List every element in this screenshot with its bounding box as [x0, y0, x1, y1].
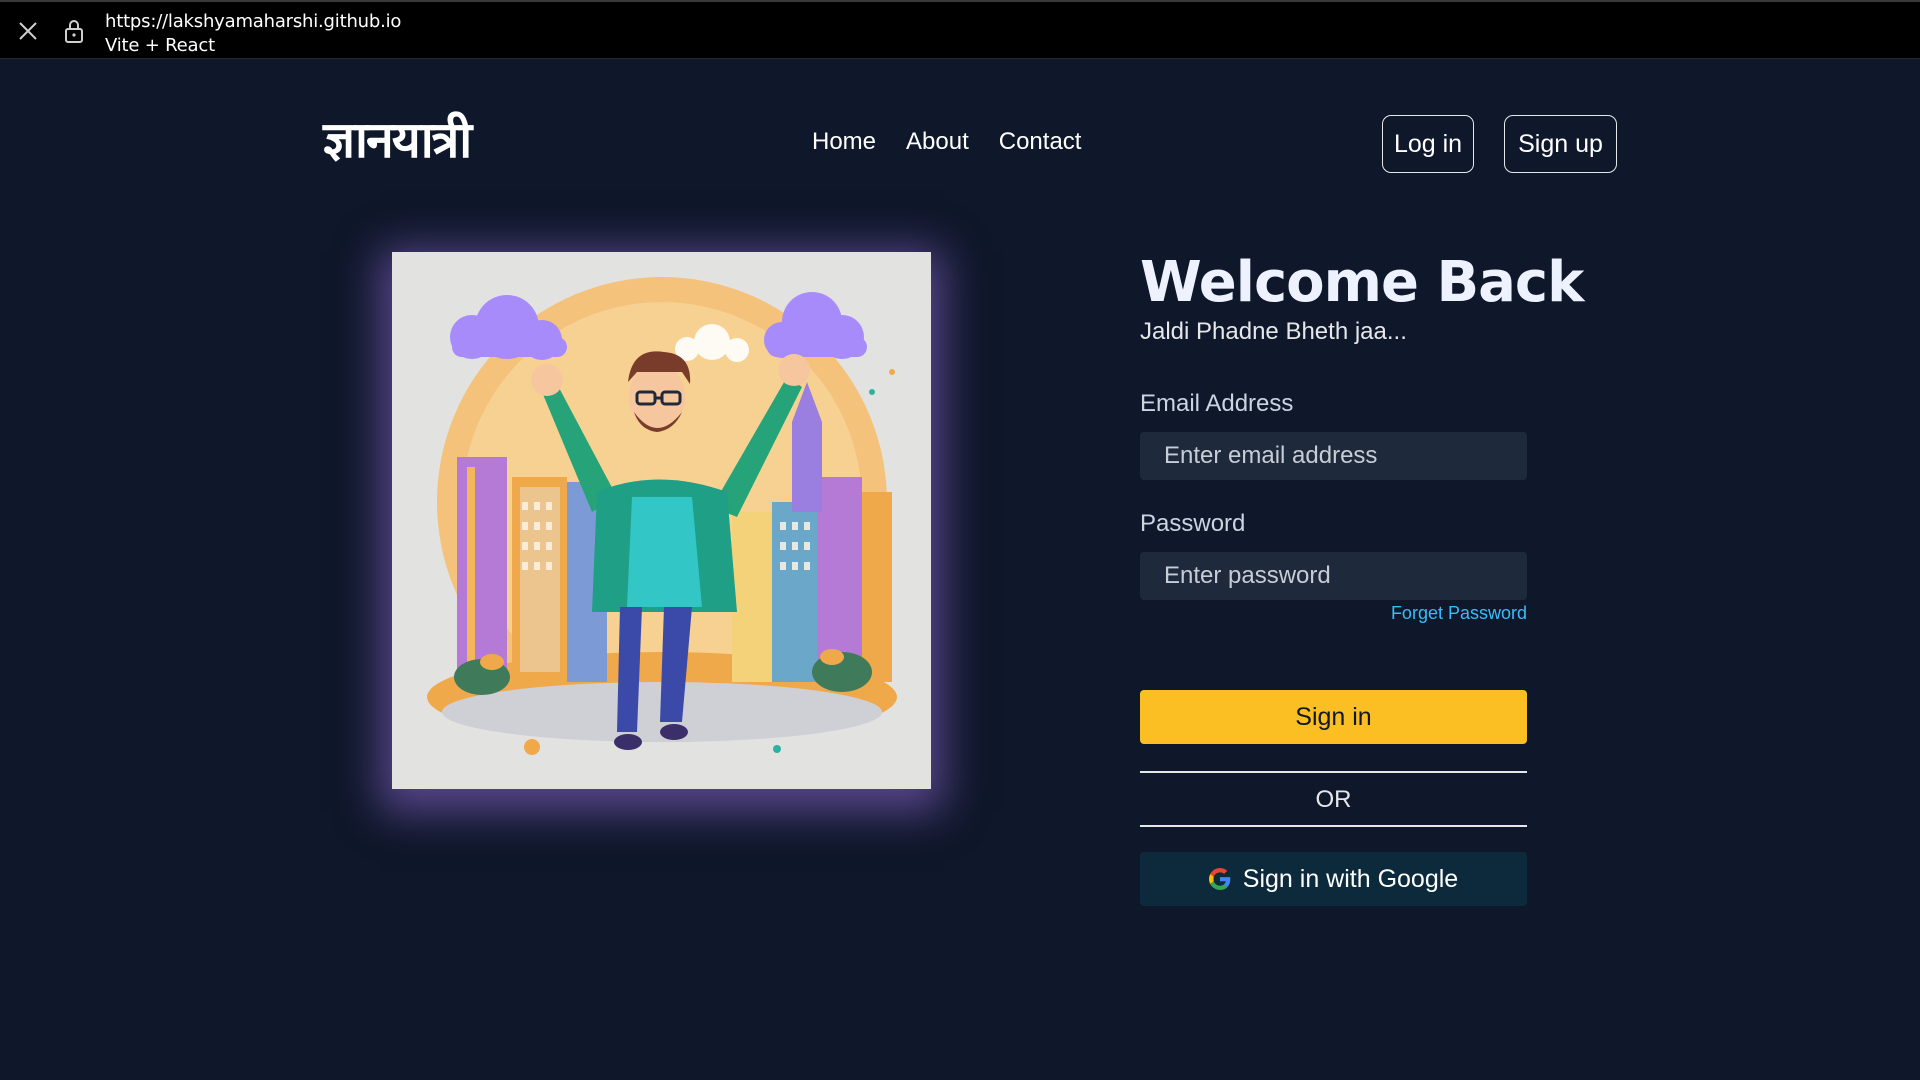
browser-url[interactable]: https://lakshyamaharshi.github.io [105, 11, 401, 32]
site-logo[interactable]: ज्ञानयात्री [323, 108, 472, 172]
google-signin-button[interactable]: Sign in with Google [1140, 852, 1527, 906]
password-input[interactable] [1140, 552, 1527, 600]
man-celebrating-city-illustration [427, 277, 897, 755]
login-button[interactable]: Log in [1382, 115, 1474, 173]
nav-link-contact[interactable]: Contact [999, 128, 1082, 156]
google-signin-label: Sign in with Google [1242, 864, 1459, 893]
close-icon[interactable] [16, 19, 40, 43]
main-nav: Home About Contact [812, 128, 1081, 156]
browser-toolbar: https://lakshyamaharshi.github.io Vite +… [0, 0, 1920, 59]
divider-bottom [1140, 825, 1527, 827]
nav-link-about[interactable]: About [906, 128, 969, 156]
page-title: Welcome Back [1140, 250, 1584, 315]
signin-button[interactable]: Sign in [1140, 690, 1527, 744]
lock-icon [65, 20, 83, 43]
browser-tab-title: Vite + React [105, 35, 215, 56]
divider-top [1140, 771, 1527, 773]
forgot-password-link[interactable]: Forget Password [1391, 603, 1527, 624]
nav-link-home[interactable]: Home [812, 128, 876, 156]
password-label: Password [1140, 510, 1246, 537]
page-subtitle: Jaldi Phadne Bheth jaa... [1140, 318, 1407, 345]
hero-illustration [392, 252, 931, 789]
email-label: Email Address [1140, 390, 1294, 417]
or-separator: OR [1315, 786, 1352, 813]
email-input[interactable] [1140, 432, 1527, 480]
google-icon [1208, 868, 1231, 890]
signup-button[interactable]: Sign up [1504, 115, 1617, 173]
